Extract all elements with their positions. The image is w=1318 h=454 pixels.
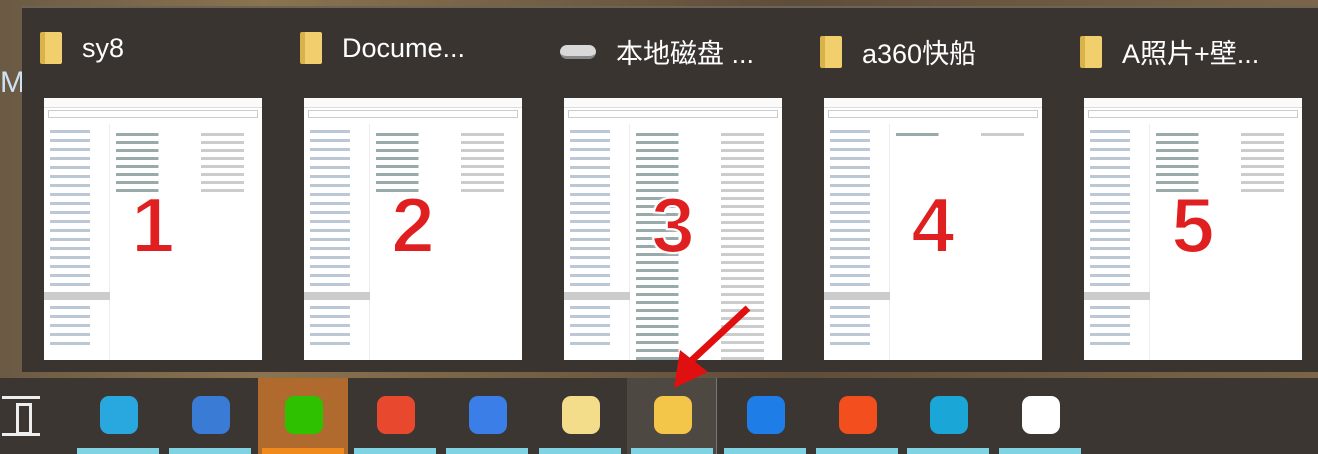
window-preview[interactable]: 5 bbox=[1084, 98, 1302, 360]
running-indicator bbox=[539, 448, 621, 454]
taskbar-file-transfer-app[interactable] bbox=[73, 378, 163, 454]
window-thumbnail-4[interactable]: a360快船 4 bbox=[802, 8, 1042, 374]
number-label: 3 bbox=[650, 180, 695, 270]
number-label: 4 bbox=[910, 180, 955, 270]
window-title[interactable]: Docume... bbox=[300, 32, 465, 64]
window-preview[interactable]: 1 bbox=[44, 98, 262, 360]
running-indicator bbox=[724, 448, 806, 454]
window-title-text: a360快船 bbox=[862, 39, 977, 69]
folder-icon bbox=[300, 32, 322, 64]
running-indicator bbox=[907, 448, 989, 454]
feishu-app-icon bbox=[747, 396, 785, 434]
window-thumbnail-5[interactable]: A照片+壁... 5 bbox=[1062, 8, 1302, 374]
files-app-icon bbox=[1022, 396, 1060, 434]
number-label: 5 bbox=[1170, 180, 1215, 270]
browser-app-icon bbox=[192, 396, 230, 434]
drive-icon bbox=[560, 44, 596, 59]
file-explorer-icon bbox=[654, 396, 692, 434]
window-thumbnail-1[interactable]: sy8 1 bbox=[22, 8, 262, 374]
taskbar bbox=[0, 378, 1318, 454]
window-preview[interactable]: 4 bbox=[824, 98, 1042, 360]
window-title[interactable]: 本地磁盘 ... bbox=[560, 32, 754, 71]
window-title-text: Docume... bbox=[342, 32, 466, 63]
taskbar-star-app[interactable] bbox=[535, 378, 625, 454]
taskbar-edge-browser[interactable] bbox=[903, 378, 993, 454]
folder-icon bbox=[40, 32, 62, 64]
window-title[interactable]: sy8 bbox=[40, 32, 124, 64]
running-indicator bbox=[631, 448, 713, 454]
wechat-icon bbox=[285, 396, 323, 434]
taskbar-files-app[interactable] bbox=[995, 378, 1085, 454]
file-transfer-app-icon bbox=[100, 396, 138, 434]
red-arrow-annotation bbox=[674, 305, 751, 388]
running-indicator bbox=[77, 448, 159, 454]
number-label: 1 bbox=[130, 180, 175, 270]
taskbar-wechat[interactable] bbox=[258, 378, 348, 454]
window-thumbnail-2[interactable]: Docume... 2 bbox=[282, 8, 522, 374]
window-title-text: sy8 bbox=[82, 32, 125, 63]
taskbar-color-wheel-app[interactable] bbox=[350, 378, 440, 454]
sogou-input-icon bbox=[839, 396, 877, 434]
running-indicator bbox=[262, 448, 344, 454]
running-indicator bbox=[354, 448, 436, 454]
window-title-text: A照片+壁... bbox=[1122, 39, 1260, 69]
running-indicator bbox=[816, 448, 898, 454]
window-title[interactable]: A照片+壁... bbox=[1080, 32, 1259, 71]
wps-writer-icon bbox=[469, 396, 507, 434]
folder-icon bbox=[820, 35, 842, 68]
edge-browser-icon bbox=[930, 396, 968, 434]
number-label: 2 bbox=[390, 180, 435, 270]
color-wheel-app-icon bbox=[377, 396, 415, 434]
running-indicator bbox=[999, 448, 1081, 454]
folder-icon bbox=[1080, 35, 1102, 68]
task-view-icon[interactable] bbox=[2, 396, 40, 436]
taskbar-wps-writer[interactable] bbox=[442, 378, 532, 454]
taskbar-sogou-input[interactable] bbox=[812, 378, 902, 454]
window-title[interactable]: a360快船 bbox=[820, 32, 976, 71]
window-preview[interactable]: 2 bbox=[304, 98, 522, 360]
taskbar-browser-app[interactable] bbox=[165, 378, 255, 454]
star-app-icon bbox=[562, 396, 600, 434]
running-indicator bbox=[169, 448, 251, 454]
window-title-text: 本地磁盘 ... bbox=[616, 39, 755, 69]
running-indicator bbox=[446, 448, 528, 454]
file-list bbox=[896, 128, 1038, 141]
